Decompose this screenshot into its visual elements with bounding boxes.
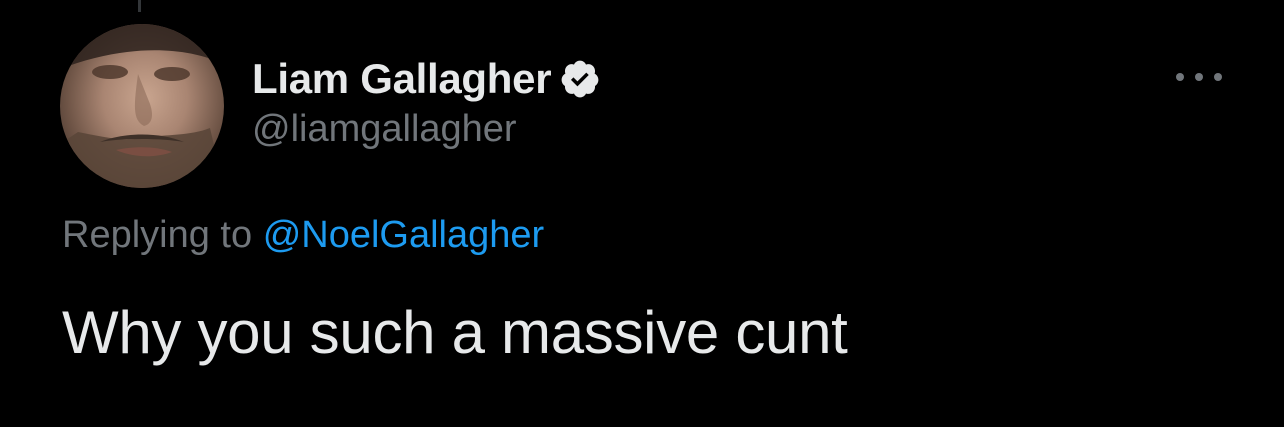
tweet-text: Why you such a massive cunt	[62, 299, 848, 366]
more-dot-icon	[1195, 73, 1203, 81]
replying-prefix: Replying to	[62, 214, 253, 256]
avatar-photo	[60, 24, 224, 188]
user-handle[interactable]: @liamgallagher	[252, 108, 601, 151]
avatar[interactable]	[60, 24, 224, 188]
replying-to-link[interactable]: @NoelGallagher	[263, 214, 545, 256]
replying-to-line: Replying to @NoelGallagher	[62, 214, 544, 257]
display-name[interactable]: Liam Gallagher	[252, 55, 552, 103]
tweet-header: Liam Gallagher @liamgallagher	[252, 52, 601, 151]
more-dot-icon	[1214, 73, 1222, 81]
more-options-icon[interactable]	[1176, 70, 1222, 84]
thread-connector-line	[138, 0, 141, 12]
more-dot-icon	[1176, 73, 1184, 81]
name-row: Liam Gallagher	[252, 52, 601, 106]
verified-badge-icon	[559, 58, 601, 100]
